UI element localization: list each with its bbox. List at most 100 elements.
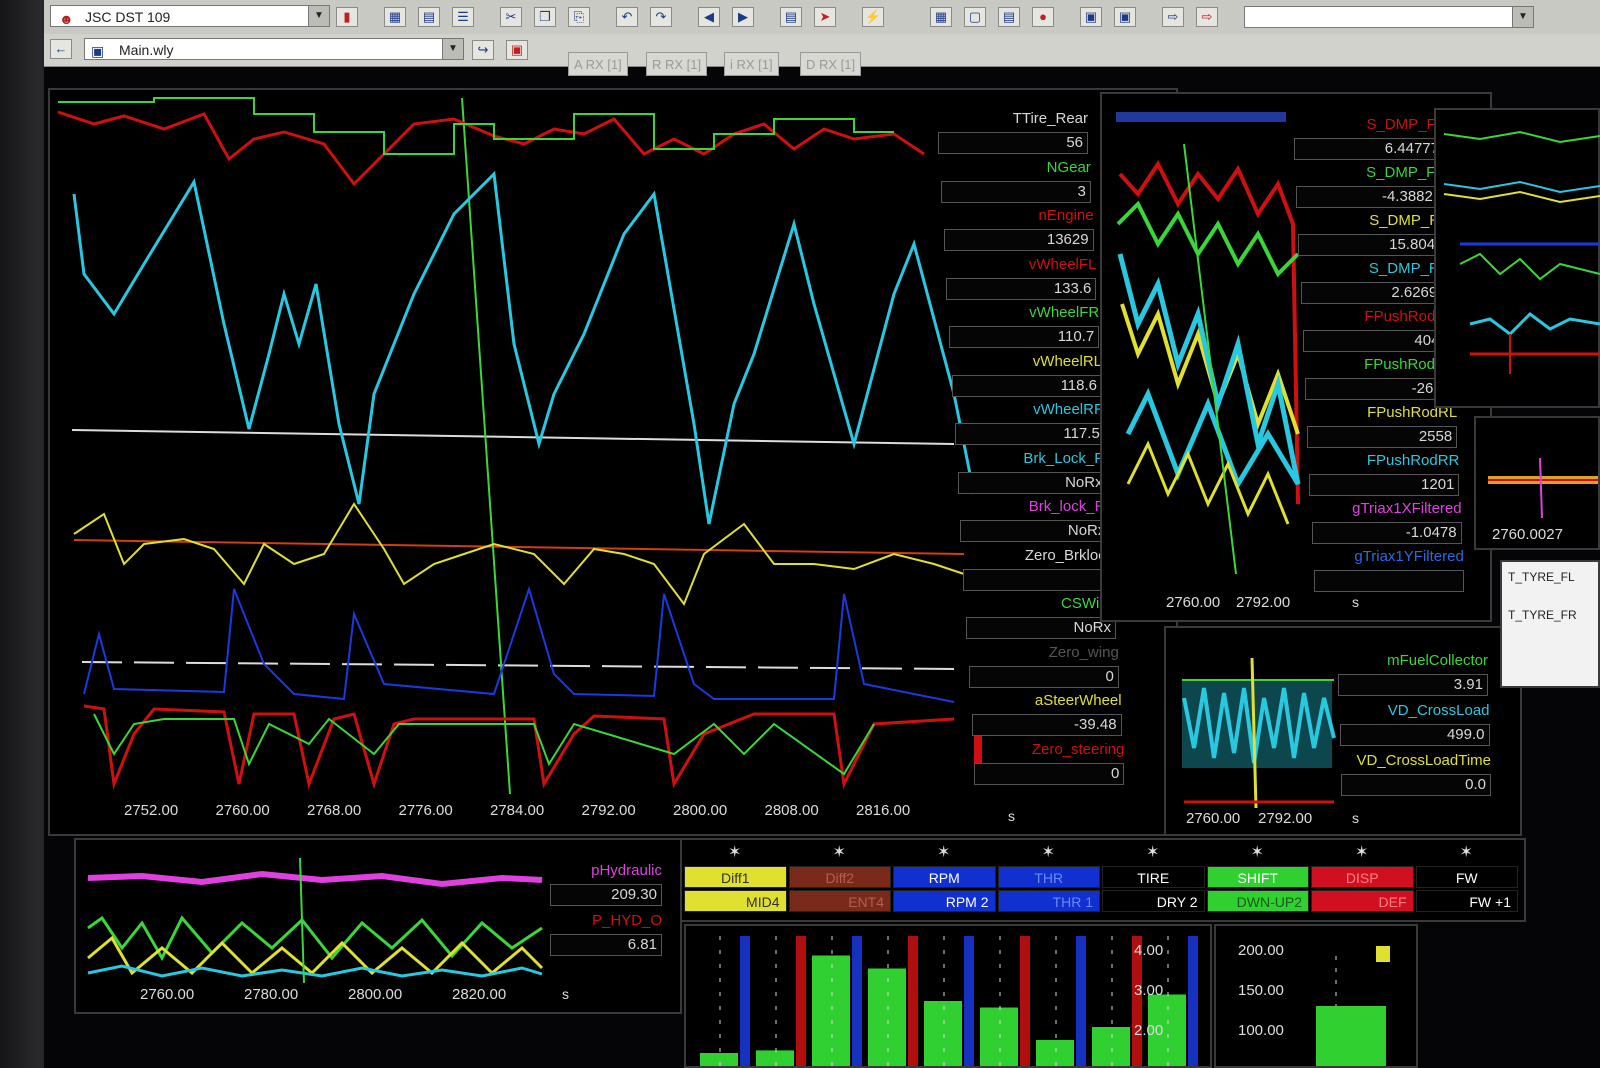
chevron-down-icon[interactable]: ▼ bbox=[308, 6, 329, 26]
channel-value: NoRx bbox=[966, 617, 1116, 639]
export-icon[interactable]: ⇨ bbox=[1162, 7, 1184, 27]
rx-button-i[interactable]: i RX [1] bbox=[724, 52, 779, 76]
gauge-panel-right[interactable]: 200.00 150.00 100.00 bbox=[1214, 924, 1418, 1068]
display-icon[interactable]: ▣ bbox=[1114, 7, 1136, 27]
grid-view-icon[interactable]: ▦ bbox=[384, 7, 406, 27]
rx-button-r[interactable]: R RX [1] bbox=[646, 52, 708, 76]
switch-cell[interactable]: MID4 bbox=[684, 890, 787, 912]
channel-label: S_DMP_FL bbox=[1366, 116, 1444, 133]
switch-cell[interactable]: TIRE bbox=[1102, 866, 1205, 888]
switch-cell[interactable]: DEF bbox=[1311, 890, 1414, 912]
marker-icon[interactable]: ➤ bbox=[814, 7, 836, 27]
window-icon[interactable]: ▢ bbox=[964, 7, 986, 27]
eraser-icon[interactable]: ▮ bbox=[336, 7, 358, 27]
gauge-limit-bar bbox=[1076, 936, 1086, 1066]
switch-cell[interactable]: RPM 2 bbox=[893, 890, 996, 912]
channel-value: 110.7 bbox=[949, 326, 1100, 348]
switch-cell[interactable]: FW bbox=[1415, 866, 1518, 888]
channel-label: nEngine bbox=[1038, 207, 1094, 224]
channel-label: vWheelFL bbox=[1028, 255, 1097, 273]
chevron-down-icon[interactable]: ▼ bbox=[1512, 7, 1533, 27]
hydraulic-plot-traces[interactable] bbox=[82, 848, 552, 988]
channel-label: Brk_Lock_Ft bbox=[1023, 449, 1108, 467]
monitor-icon[interactable]: ▣ bbox=[1080, 7, 1102, 27]
right-plot-panel-mid[interactable]: 2760.0027 bbox=[1474, 416, 1600, 550]
main-toolbar: ☻ JSC DST 109 ▼ ▮ ▦ ▤ ☰ ✂ ❐ ⎘ ↶ ↷ ◀ ▶ ▤ … bbox=[44, 0, 1600, 35]
hydraulic-plot-panel[interactable]: pHydraulic 209.30 P_HYD_O 6.81 2760.00 2780.… bbox=[74, 838, 682, 1014]
channel-label: gTriax1YFiltered bbox=[1354, 548, 1464, 565]
undo-icon[interactable]: ↶ bbox=[616, 7, 638, 27]
right-plot-panel-top[interactable] bbox=[1434, 108, 1600, 408]
session-combo[interactable]: ☻ JSC DST 109 ▼ bbox=[50, 5, 330, 27]
copy-icon[interactable]: ❐ bbox=[534, 7, 556, 27]
main-x-tick: 2816.00 bbox=[856, 802, 911, 819]
channel-value: 133.6 bbox=[946, 277, 1097, 300]
prev-icon[interactable]: ◀ bbox=[698, 7, 720, 27]
channel-label: S_DMP_RL bbox=[1369, 212, 1449, 229]
back-icon[interactable]: ← bbox=[50, 39, 72, 59]
layers-icon[interactable]: ▤ bbox=[998, 7, 1020, 27]
channel-value: 4043 bbox=[1302, 330, 1453, 352]
chevron-down-icon[interactable]: ▼ bbox=[442, 39, 463, 59]
empty-combo[interactable]: ▼ bbox=[1244, 6, 1534, 28]
next-icon[interactable]: ▶ bbox=[732, 7, 754, 27]
channel-value: 6.44777 bbox=[1294, 138, 1444, 160]
channel-value: 3.91 bbox=[1338, 674, 1488, 696]
record-icon[interactable]: ● bbox=[1032, 7, 1054, 27]
import-icon[interactable]: ⇨ bbox=[1196, 7, 1218, 27]
channel-label: gTriax1XFiltered bbox=[1352, 500, 1462, 517]
switch-cell[interactable]: SHIFT bbox=[1206, 866, 1309, 888]
main-plot-traces[interactable] bbox=[54, 94, 984, 794]
rx-button-a[interactable]: A RX [1] bbox=[568, 52, 628, 76]
switch-cell[interactable]: RPM bbox=[893, 866, 996, 888]
open-icon[interactable]: ↪ bbox=[472, 40, 494, 60]
switch-cell[interactable]: THR 1 bbox=[997, 890, 1100, 912]
document-icon[interactable]: ▤ bbox=[780, 7, 802, 27]
channel-label: S_DMP_FR bbox=[1366, 164, 1447, 181]
main-x-tick: 2760.00 bbox=[215, 802, 270, 819]
damper-plot-traces[interactable] bbox=[1108, 104, 1308, 574]
fuel-plot-traces[interactable] bbox=[1174, 638, 1344, 808]
channel-value: 2.62692 bbox=[1300, 282, 1451, 304]
channel-label: vWheelRR bbox=[1033, 401, 1105, 418]
rx-button-d[interactable]: D RX [1] bbox=[800, 52, 862, 76]
switch-cell[interactable]: DWN-UP2 bbox=[1206, 890, 1309, 912]
main-x-tick: 2808.00 bbox=[764, 802, 819, 819]
channel-label: aSteerWheel bbox=[1034, 692, 1122, 709]
gauge-limit-bar bbox=[740, 936, 750, 1066]
gauge-bars bbox=[700, 936, 1198, 1066]
channel-value: 15.8046 bbox=[1298, 234, 1449, 256]
switch-cell[interactable]: Diff2 bbox=[788, 866, 891, 888]
workbook-combo[interactable]: ▣ Main.wly ▼ bbox=[84, 38, 464, 60]
channel-label: VD_CrossLoad bbox=[1387, 702, 1490, 719]
tyre-temp-panel[interactable]: T_TYRE_FL T_TYRE_FR bbox=[1500, 560, 1600, 688]
switch-cell[interactable]: THR bbox=[997, 866, 1100, 888]
switch-cell[interactable]: Diff1 bbox=[684, 866, 787, 888]
main-x-tick: 2768.00 bbox=[307, 802, 362, 819]
redo-icon[interactable]: ↷ bbox=[650, 7, 672, 27]
chart-icon[interactable]: ▦ bbox=[930, 7, 952, 27]
switch-grid-panel[interactable]: ✶ Diff1 ✶ Diff2 ✶ RPM ✶ THR ✶ TIRE ✶ SHIFT ✶ DISP ✶ FW M… bbox=[680, 838, 1526, 922]
switch-cell[interactable]: DRY 2 bbox=[1102, 890, 1205, 912]
gauge-left-tick: 4.00 bbox=[1134, 942, 1164, 959]
brake-front-trace bbox=[83, 704, 955, 790]
gauge-limit-bar bbox=[796, 936, 806, 1066]
paste-icon[interactable]: ⎘ bbox=[568, 7, 590, 27]
main-plot-panel[interactable]: TTire_Rear 56 NGear 3 nEngine 13629 vWheelFL 13… bbox=[48, 88, 1178, 836]
brake-rear-trace bbox=[93, 713, 875, 776]
table-view-icon[interactable]: ▤ bbox=[418, 7, 440, 27]
save-icon[interactable]: ▣ bbox=[506, 40, 528, 60]
switch-cell[interactable]: FW +1 bbox=[1415, 890, 1518, 912]
cut-icon[interactable]: ✂ bbox=[500, 7, 522, 27]
right-plot-traces[interactable] bbox=[1440, 114, 1600, 404]
switch-cell[interactable]: ENT4 bbox=[788, 890, 891, 912]
lightning-icon[interactable]: ⚡ bbox=[862, 7, 884, 27]
right-mid-traces bbox=[1488, 457, 1598, 519]
switch-star-icon: ✶ bbox=[832, 844, 846, 861]
gauge-panel-left[interactable]: 4.00 3.00 2.00 bbox=[684, 924, 1212, 1068]
list-view-icon[interactable]: ☰ bbox=[452, 7, 474, 27]
switch-cell[interactable]: DISP bbox=[1311, 866, 1414, 888]
channel-label: Zero_steering bbox=[1031, 740, 1125, 758]
cursor-line bbox=[461, 97, 511, 794]
fuel-plot-panel[interactable]: mFuelCollector 3.91 VD_CrossLoad 499.0 VD_Cr… bbox=[1164, 626, 1522, 836]
